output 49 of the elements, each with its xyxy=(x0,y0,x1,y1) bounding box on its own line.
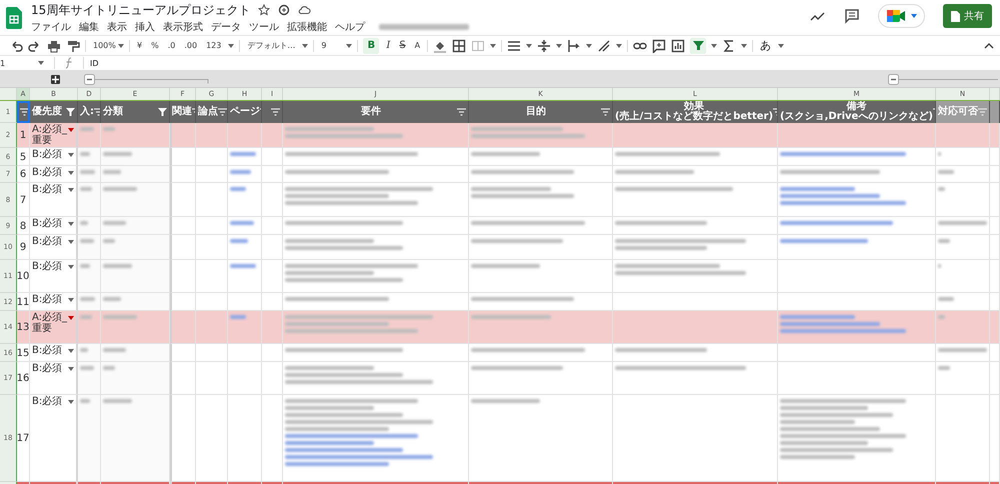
table-cell: 11 xyxy=(17,293,30,311)
header-text: 分類 xyxy=(103,107,123,117)
table-cell: 15 xyxy=(17,344,30,362)
increase-decimal-button[interactable]: .00 xyxy=(182,38,200,54)
table-cell: 16 xyxy=(17,362,30,395)
table-cell: 6 xyxy=(17,166,30,183)
decrease-decimal-button[interactable]: .0 xyxy=(166,38,178,54)
share-button[interactable]: 共有 xyxy=(943,4,992,28)
table-cell: 8 xyxy=(17,217,30,235)
menu-item[interactable]: データ xyxy=(211,20,241,34)
bold-button[interactable]: B xyxy=(363,38,380,54)
table-cell: 9 xyxy=(17,235,30,260)
header-text: 要件 xyxy=(360,107,382,117)
input-tools-button[interactable]: あ xyxy=(758,38,774,54)
table-cell: 1 xyxy=(17,123,30,148)
strikethrough-button[interactable]: S xyxy=(397,38,408,54)
number-format-dropdown[interactable]: 123 xyxy=(204,38,224,54)
document-title[interactable]: 15周年サイトリニューアルプロジェクト xyxy=(31,2,250,18)
table-cell: 5 xyxy=(17,148,30,166)
table-cell: 13 xyxy=(17,311,30,344)
currency-button[interactable]: ¥ xyxy=(135,38,144,54)
table-cell: 17 xyxy=(17,395,30,482)
percent-button[interactable]: % xyxy=(149,38,161,54)
menu-item[interactable]: 挿入 xyxy=(135,20,155,34)
menu-item[interactable]: ファイル xyxy=(31,20,71,34)
font-size-dropdown[interactable]: 9 xyxy=(319,38,342,54)
menu-item[interactable]: 編集 xyxy=(79,20,99,34)
font-dropdown[interactable]: デフォルト… xyxy=(245,38,298,54)
menu-item[interactable]: ヘルプ xyxy=(335,20,365,34)
text-color-button[interactable]: A xyxy=(412,38,422,54)
priority-dropdown[interactable]: A:必須_重要 xyxy=(30,123,78,148)
formula-value[interactable]: ID xyxy=(90,58,99,68)
header-text: 優先度 xyxy=(32,107,62,117)
table-cell: 7 xyxy=(17,183,30,217)
menu-item[interactable]: 表示 xyxy=(107,20,127,34)
menu-item[interactable]: ツール xyxy=(249,20,279,34)
header-text: 関連 xyxy=(172,107,192,117)
name-box[interactable]: 1 xyxy=(0,58,38,68)
header-text: 対応可否 xyxy=(938,107,978,117)
italic-button[interactable]: I xyxy=(384,38,392,54)
header-text: 論点 xyxy=(198,107,218,117)
header-text: ページ xyxy=(230,107,260,117)
menu-item[interactable]: 表示形式 xyxy=(163,20,203,34)
header-text: 入: xyxy=(80,107,94,117)
header-text: 目的 xyxy=(525,107,547,117)
priority-dropdown[interactable]: A:必須_重要 xyxy=(30,311,78,344)
zoom-dropdown[interactable]: 100% xyxy=(91,38,113,54)
menu-item[interactable]: 拡張機能 xyxy=(287,20,327,34)
table-cell: 10 xyxy=(17,260,30,293)
